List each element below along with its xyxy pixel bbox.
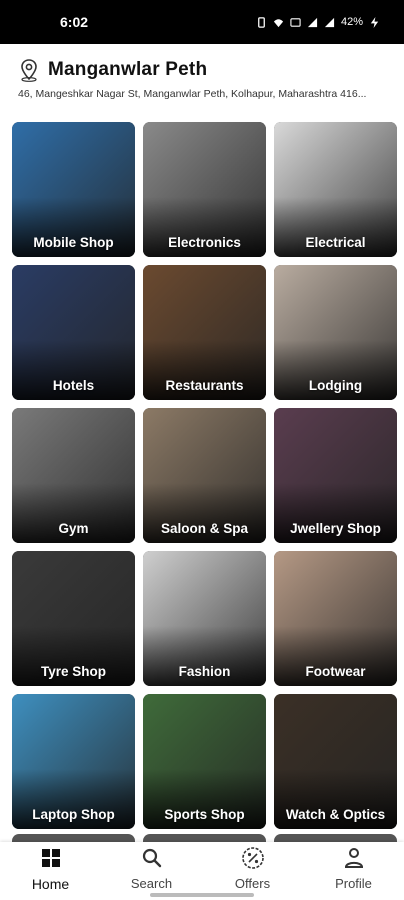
- category-tile[interactable]: Hotels: [12, 265, 135, 400]
- status-bar: 6:02 42%: [0, 0, 404, 44]
- category-label: Gym: [58, 521, 89, 536]
- category-label: Hotels: [52, 378, 95, 393]
- category-label: Sports Shop: [164, 807, 245, 822]
- next-row-peek: [12, 834, 135, 842]
- category-tile[interactable]: Gym: [12, 408, 135, 543]
- status-time: 6:02: [60, 14, 89, 30]
- category-tile[interactable]: Watch & Optics: [274, 694, 397, 829]
- category-label: Electrical: [305, 235, 366, 250]
- category-tile[interactable]: Restaurants: [143, 265, 266, 400]
- next-row-peek: [143, 834, 266, 842]
- volte-icon: [290, 17, 301, 27]
- category-label: Electronics: [168, 235, 241, 250]
- category-grid: Mobile Shop Electronics Electrical Hotels Re…: [12, 122, 400, 829]
- category-label: Restaurants: [165, 378, 244, 393]
- category-label: Mobile Shop: [33, 235, 114, 250]
- category-label: Lodging: [308, 378, 363, 393]
- category-label: Saloon & Spa: [160, 521, 248, 536]
- search-icon: [142, 848, 161, 868]
- nav-profile-label: Profile: [335, 876, 372, 891]
- wifi-icon: [273, 18, 284, 27]
- location-address: 46, Mangeshkar Nagar St, Manganwlar Peth…: [18, 88, 367, 100]
- category-label: Tyre Shop: [40, 664, 106, 679]
- vibrate-icon: [258, 16, 265, 28]
- nav-home[interactable]: Home: [11, 846, 91, 892]
- offers-percent-icon: [241, 847, 264, 869]
- gesture-bar: [150, 893, 254, 897]
- nav-search[interactable]: Search: [112, 846, 192, 891]
- category-tile[interactable]: Jwellery Shop: [274, 408, 397, 543]
- signal-icon: [307, 17, 318, 27]
- nav-search-label: Search: [130, 876, 173, 891]
- category-label: Watch & Optics: [285, 807, 386, 822]
- category-tile[interactable]: Mobile Shop: [12, 122, 135, 257]
- home-grid-icon: [41, 849, 60, 867]
- category-tile[interactable]: Sports Shop: [143, 694, 266, 829]
- category-tile[interactable]: Saloon & Spa: [143, 408, 266, 543]
- bottom-nav: Home Search Offers Profile: [0, 842, 404, 900]
- nav-home-label: Home: [31, 876, 70, 892]
- category-tile[interactable]: Laptop Shop: [12, 694, 135, 829]
- nav-offers-label: Offers: [234, 876, 271, 891]
- category-label: Laptop Shop: [32, 807, 115, 822]
- category-tile[interactable]: Electronics: [143, 122, 266, 257]
- category-label: Footwear: [305, 664, 366, 679]
- category-tile[interactable]: Electrical: [274, 122, 397, 257]
- category-label: Jwellery Shop: [290, 521, 381, 536]
- category-tile[interactable]: Lodging: [274, 265, 397, 400]
- charging-icon: [370, 16, 379, 28]
- battery-percent: 42%: [340, 16, 363, 28]
- next-row-peek: [274, 834, 397, 842]
- category-label: Fashion: [178, 664, 231, 679]
- category-tile[interactable]: Footwear: [274, 551, 397, 686]
- signal-icon-2: [324, 17, 335, 27]
- status-icons: 42%: [256, 16, 380, 28]
- category-tile[interactable]: Fashion: [143, 551, 266, 686]
- profile-icon: [344, 848, 363, 868]
- location-title: Manganwlar Peth: [48, 59, 208, 80]
- location-header[interactable]: Manganwlar Peth 46, Mangeshkar Nagar St,…: [18, 58, 404, 100]
- nav-profile[interactable]: Profile: [314, 846, 394, 891]
- location-pin-icon: [21, 59, 37, 82]
- nav-offers[interactable]: Offers: [213, 846, 293, 891]
- category-tile[interactable]: Tyre Shop: [12, 551, 135, 686]
